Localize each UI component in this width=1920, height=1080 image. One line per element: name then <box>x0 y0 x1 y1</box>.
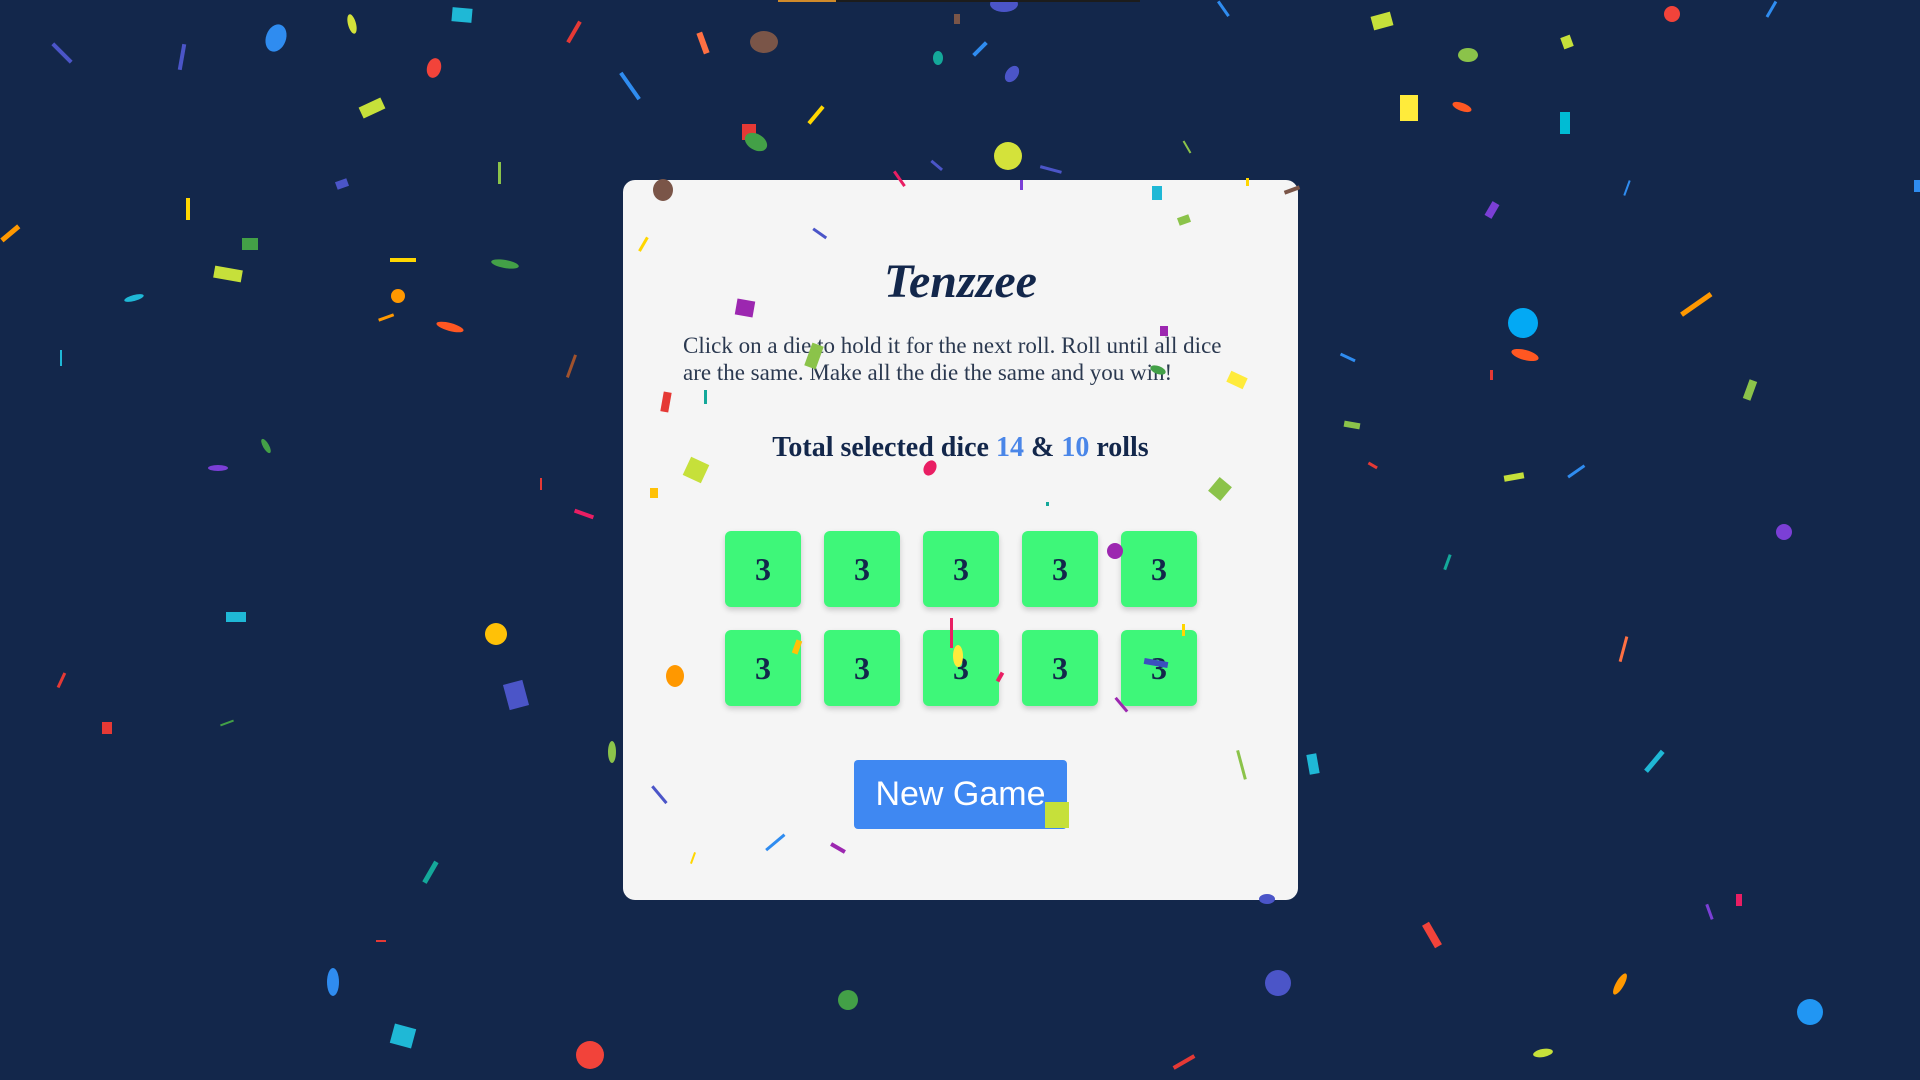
die[interactable]: 3 <box>923 531 999 607</box>
stats-joiner: & <box>1030 432 1055 463</box>
new-game-button[interactable]: New Game <box>854 760 1067 829</box>
dice-grid: 3 3 3 3 3 3 3 3 3 3 <box>725 531 1197 706</box>
die[interactable]: 3 <box>1022 531 1098 607</box>
stats-suffix: rolls <box>1096 432 1149 463</box>
stats-prefix: Total selected dice <box>772 432 989 463</box>
die[interactable]: 3 <box>1121 531 1197 607</box>
selected-dice-count: 14 <box>995 432 1024 463</box>
rolls-count: 10 <box>1061 432 1090 463</box>
die[interactable]: 3 <box>725 630 801 706</box>
top-progress-fill <box>778 0 836 2</box>
die[interactable]: 3 <box>923 630 999 706</box>
die[interactable]: 3 <box>1121 630 1197 706</box>
game-card: Tenzzee Click on a die to hold it for th… <box>623 180 1298 900</box>
stats-line: Total selected dice 14 & 10 rolls <box>623 432 1298 464</box>
top-progress-bar <box>778 0 1140 2</box>
game-screen: Tenzzee Click on a die to hold it for th… <box>0 0 1920 1080</box>
die[interactable]: 3 <box>824 531 900 607</box>
die[interactable]: 3 <box>725 531 801 607</box>
die[interactable]: 3 <box>824 630 900 706</box>
die[interactable]: 3 <box>1022 630 1098 706</box>
instructions-text: Click on a die to hold it for the next r… <box>683 333 1222 385</box>
game-title: Tenzzee <box>884 255 1037 308</box>
